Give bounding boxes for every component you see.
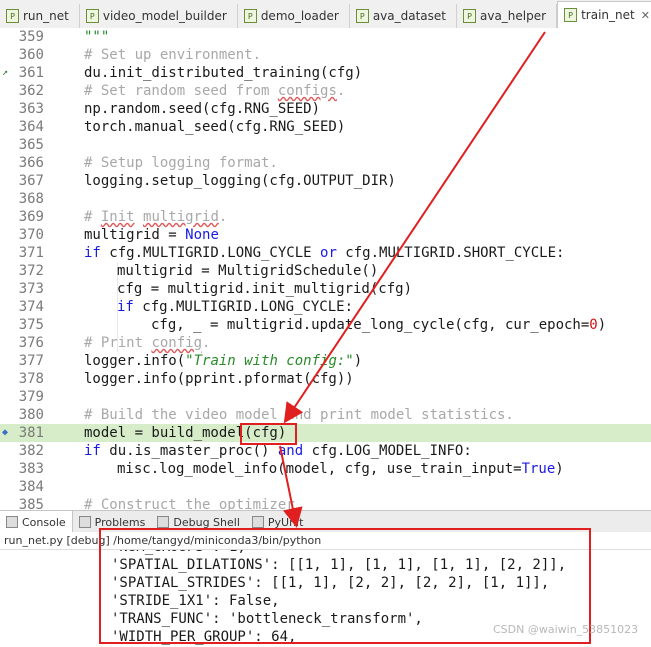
annotation-arrow-to-cfg bbox=[283, 31, 546, 424]
annotation-arrow-to-console bbox=[279, 445, 303, 528]
watermark: CSDN @waiwin_53851023 bbox=[493, 623, 639, 636]
annotation-arrows bbox=[279, 31, 546, 528]
